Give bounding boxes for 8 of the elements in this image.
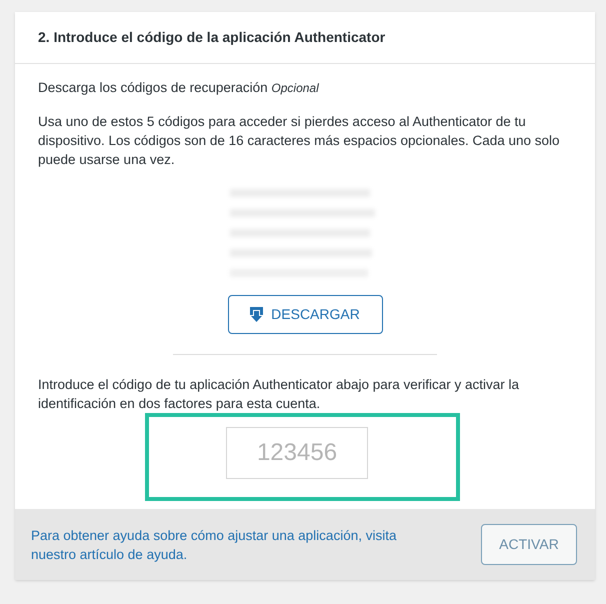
help-text: Para obtener ayuda sobre cómo ajustar una aplicación, visita nuestro artículo de ayuda. [31,526,398,564]
description-text: Usa uno de estos 5 códigos para acceder si pierdes acceso al Authenticator de tu dispositivo. Los códigos son de 16 caracteres más espacios opcionales. Cada uno solo puede usarse una vez. [38,113,561,169]
instructions-text: Introduce el código de tu aplicación Authenticator abajo para verificar y activar la identificación en dos factores para esta cuenta. [38,376,520,413]
section-heading: Descarga los códigos de recuperación Opcional [38,79,320,97]
download-button[interactable]: DESCARGAR [228,295,382,334]
download-icon [250,307,264,322]
code-field[interactable]: 123456 [226,427,368,479]
card-title: 2. Introduce el código de la aplicación Authenticator [38,28,386,47]
